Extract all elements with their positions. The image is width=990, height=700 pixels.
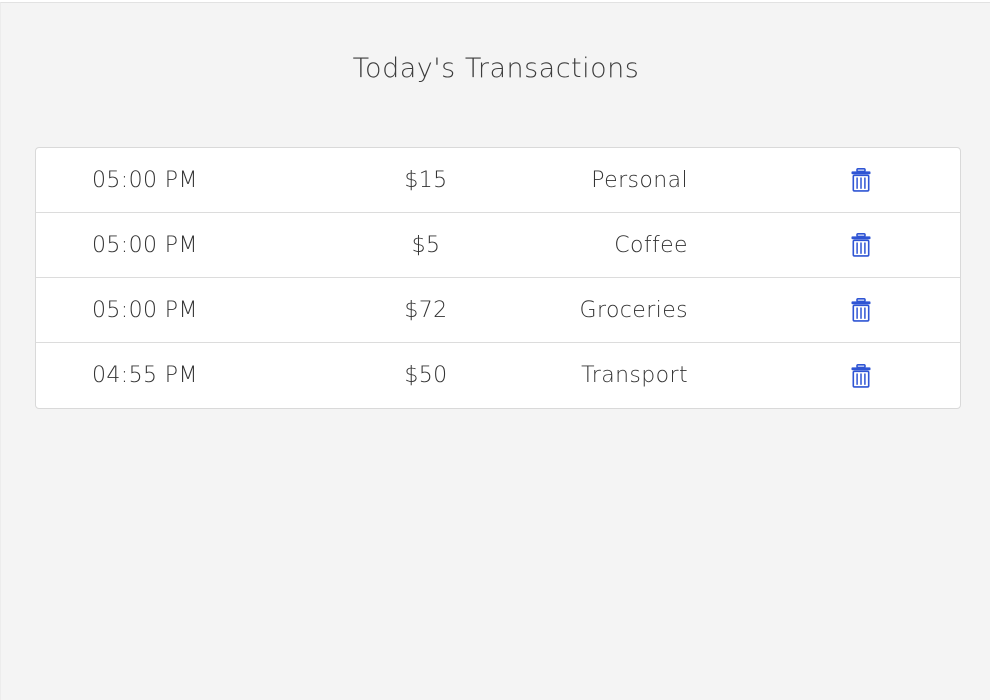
transaction-amount: $50	[404, 363, 448, 388]
transactions-list: 05:00 PM $15 Personal 05:00 PM $5 Coffee	[35, 147, 961, 409]
transaction-category: Groceries	[579, 297, 688, 323]
trash-icon	[851, 233, 871, 257]
transaction-amount: $72	[404, 297, 448, 323]
transaction-category: Personal	[591, 167, 688, 193]
trash-icon	[851, 168, 871, 192]
transactions-panel: Today's Transactions 05:00 PM $15 Person…	[0, 2, 990, 700]
transaction-row: 05:00 PM $72 Groceries	[36, 278, 960, 343]
transaction-amount: $15	[404, 167, 448, 193]
transaction-time: 05:00 PM	[92, 232, 198, 258]
delete-button[interactable]	[848, 278, 874, 342]
transaction-time: 05:00 PM	[92, 167, 198, 193]
delete-button[interactable]	[848, 213, 874, 277]
transaction-time: 05:00 PM	[92, 297, 198, 323]
transaction-row: 05:00 PM $5 Coffee	[36, 213, 960, 278]
trash-icon	[851, 298, 871, 322]
transaction-row: 04:55 PM $50 Transport	[36, 343, 960, 408]
transaction-category: Transport	[581, 363, 688, 388]
transaction-amount: $5	[411, 232, 441, 258]
page-title: Today's Transactions	[352, 53, 640, 84]
transaction-category: Coffee	[614, 232, 688, 258]
delete-button[interactable]	[848, 343, 874, 408]
trash-icon	[851, 363, 871, 388]
transaction-time: 04:55 PM	[92, 363, 198, 388]
delete-button[interactable]	[848, 148, 874, 212]
transaction-row: 05:00 PM $15 Personal	[36, 148, 960, 213]
